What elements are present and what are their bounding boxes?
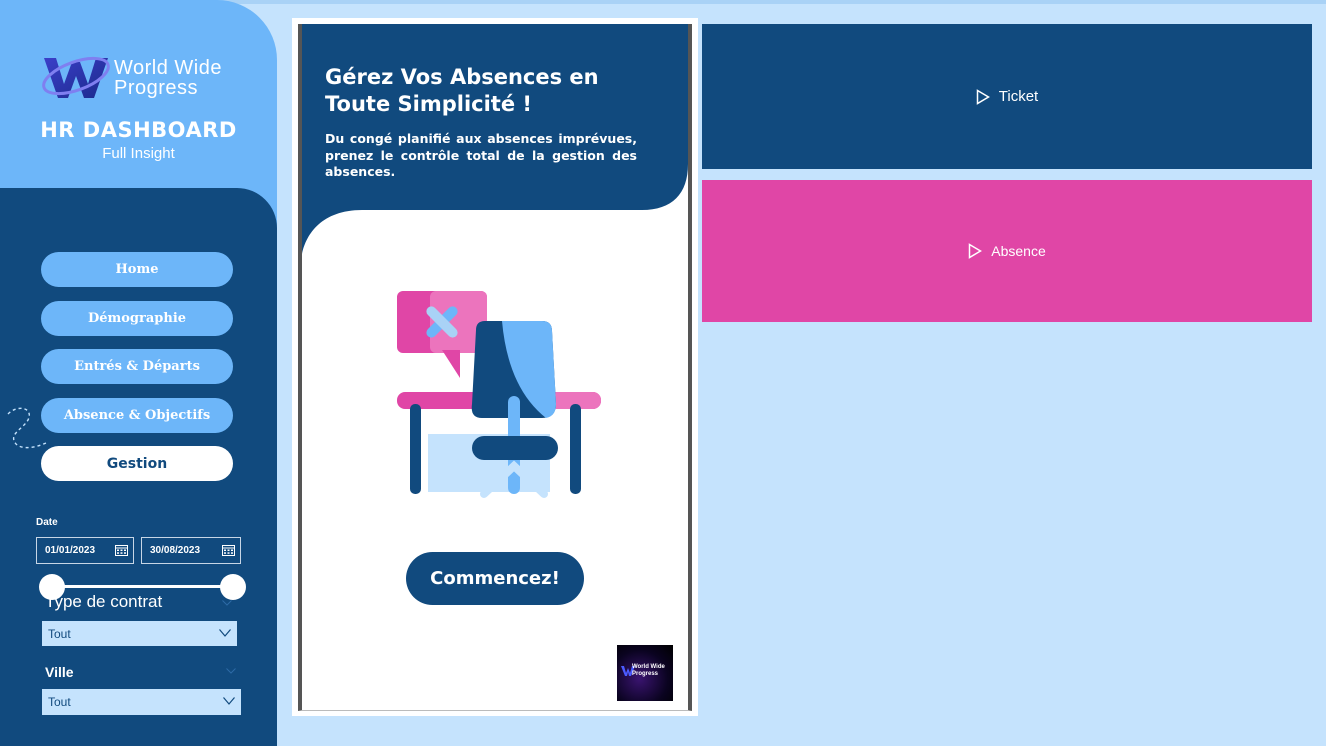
date-end-value: 30/08/2023	[150, 545, 201, 556]
nav-demographie-button[interactable]: Démographie	[41, 301, 233, 336]
date-start-input[interactable]: 01/01/2023	[36, 537, 134, 564]
absence-promo-card: Gérez Vos Absences en Toute Simplicité !…	[298, 24, 692, 711]
date-range-slider-end-handle[interactable]	[220, 574, 246, 600]
brand-logo-icon	[42, 56, 110, 98]
nav-gestion-button[interactable]: Gestion	[41, 446, 233, 481]
sidebar: World Wide Progress HR DASHBOARD Full In…	[0, 0, 277, 746]
contract-filter-label: Type de contrat	[45, 592, 163, 611]
city-dropdown[interactable]: Tout	[42, 689, 241, 715]
date-filter-label: Date	[36, 517, 58, 528]
ticket-panel-label: Ticket	[998, 88, 1039, 105]
brand-name: World Wide Progress	[114, 58, 222, 98]
card-title: Gérez Vos Absences en Toute Simplicité !	[325, 65, 599, 116]
dashboard-subtitle: Full Insight	[102, 145, 175, 162]
city-value: Tout	[48, 695, 71, 709]
calendar-icon[interactable]	[222, 544, 235, 556]
play-icon	[976, 88, 990, 105]
dashboard-title: HR DASHBOARD	[40, 118, 237, 142]
chevron-down-icon[interactable]	[223, 697, 235, 705]
absence-panel-button[interactable]: Absence	[702, 180, 1312, 322]
decorative-dashed-curve	[7, 407, 49, 449]
mini-logo-line1: World Wide	[632, 664, 665, 670]
city-filter-label: Ville	[45, 664, 74, 680]
calendar-icon[interactable]	[115, 544, 128, 556]
play-icon	[969, 243, 983, 259]
date-range-slider-track[interactable]	[52, 585, 233, 588]
chevron-down-icon[interactable]	[222, 600, 232, 606]
brand-name-line1: World Wide	[114, 57, 222, 79]
contract-type-dropdown[interactable]: Tout	[42, 621, 237, 646]
nav-entres-departs-button[interactable]: Entrés & Départs	[41, 349, 233, 384]
date-range-slider-start-handle[interactable]	[39, 574, 65, 600]
start-button[interactable]: Commencez!	[406, 552, 584, 605]
nav-home-button[interactable]: Home	[41, 252, 233, 287]
card-description: Du congé planifié aux absences imprévues…	[325, 131, 637, 179]
chevron-down-icon[interactable]	[226, 668, 236, 674]
absence-panel-label: Absence	[991, 243, 1046, 259]
contract-type-value: Tout	[48, 626, 71, 641]
ticket-panel-button[interactable]: Ticket	[702, 24, 1312, 169]
desk-absence-illustration-icon	[397, 291, 601, 498]
mini-logo-line2: Progress	[632, 671, 659, 677]
date-start-value: 01/01/2023	[45, 545, 96, 556]
date-end-input[interactable]: 30/08/2023	[141, 537, 241, 564]
nav-absence-objectifs-button[interactable]: Absence & Objectifs	[41, 398, 233, 433]
mini-brand-logo: World Wide Progress	[617, 645, 673, 701]
brand-name-line2: Progress	[114, 77, 199, 99]
chevron-down-icon[interactable]	[219, 629, 231, 637]
